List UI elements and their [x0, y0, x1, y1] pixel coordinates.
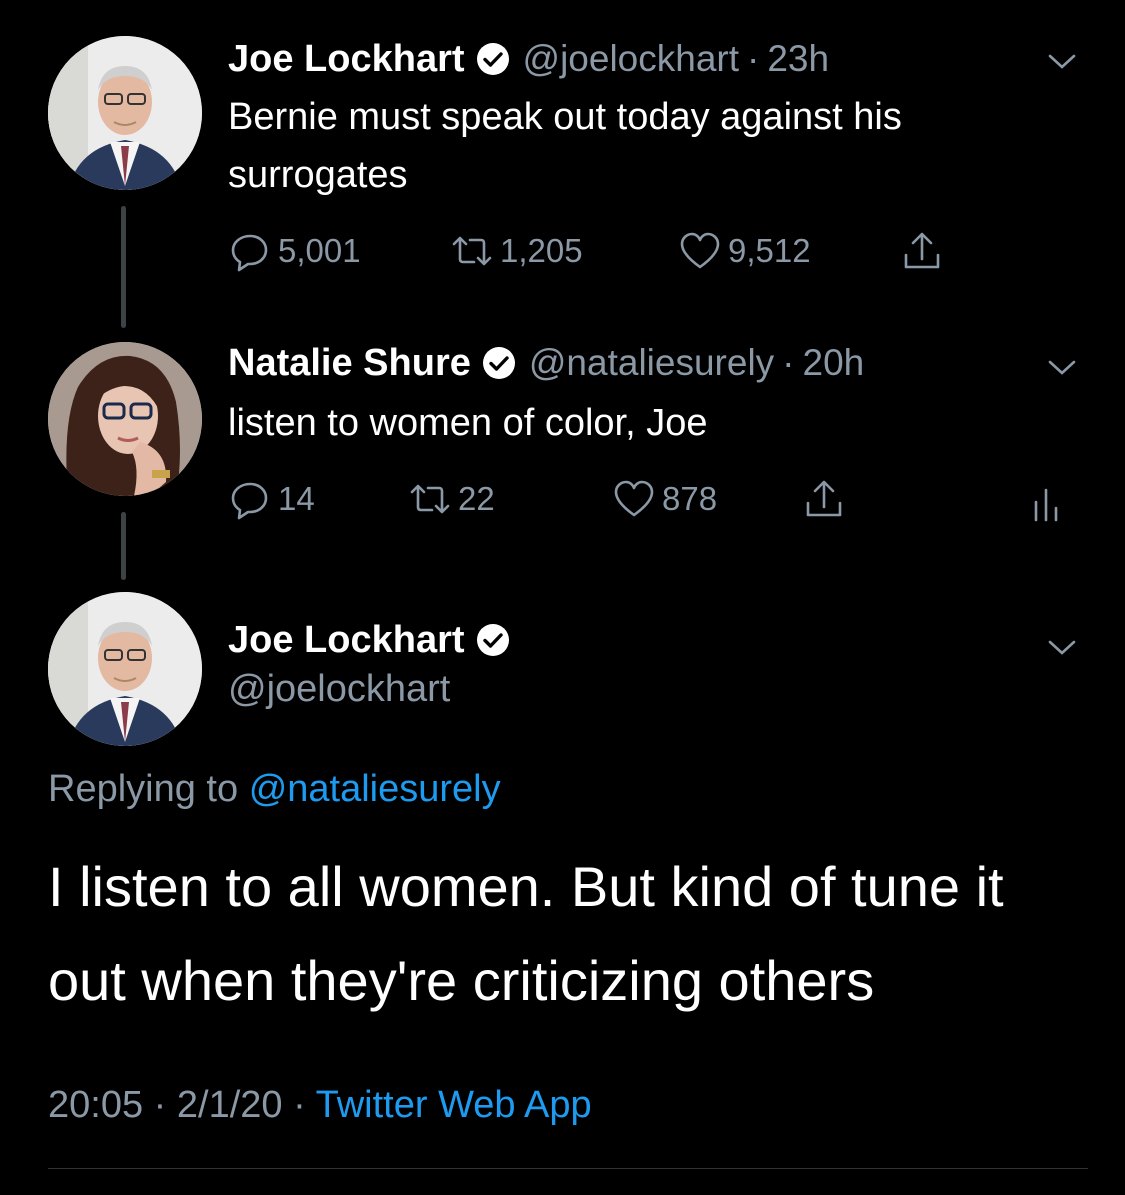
retweet-icon: [408, 477, 452, 521]
thread-connector: [121, 512, 126, 580]
author-handle[interactable]: @joelockhart: [523, 38, 740, 80]
tweet-header: Natalie Shure @nataliesurely · 20h: [228, 338, 864, 388]
reply-icon: [228, 229, 272, 273]
tweet-header: Joe Lockhart @joelockhart · 23h: [228, 34, 829, 84]
divider: [48, 1168, 1088, 1169]
reply-mention-link[interactable]: @nataliesurely: [249, 768, 501, 810]
author-name[interactable]: Joe Lockhart: [228, 38, 465, 81]
analytics-icon[interactable]: [1028, 482, 1068, 522]
retweet-button[interactable]: 22: [408, 474, 495, 524]
reply-button[interactable]: 14: [228, 474, 315, 524]
tweet-date[interactable]: 2/1/20: [177, 1084, 283, 1126]
author-name[interactable]: Joe Lockhart: [228, 619, 465, 662]
tweet-text: I listen to all women. But kind of tune …: [48, 855, 1004, 1012]
retweet-count: 22: [458, 480, 495, 517]
separator-dot: ·: [747, 38, 760, 79]
like-button[interactable]: 9,512: [678, 226, 811, 276]
tweet-text: listen to women of color, Joe: [228, 402, 708, 444]
reply-icon: [228, 477, 272, 521]
like-icon: [678, 229, 722, 273]
author-handle[interactable]: @joelockhart: [228, 668, 450, 711]
share-icon: [900, 229, 944, 273]
author-handle[interactable]: @nataliesurely: [529, 342, 774, 384]
reply-count: 14: [278, 480, 315, 517]
like-count: 878: [662, 480, 718, 517]
chevron-down-icon[interactable]: [1046, 358, 1078, 378]
separator-dot: ·: [293, 1084, 306, 1126]
retweet-button[interactable]: 1,205: [450, 226, 583, 276]
separator-dot: ·: [782, 342, 795, 383]
verified-badge-icon: [475, 41, 511, 77]
tweet-timestamp[interactable]: 20:05: [48, 1084, 143, 1126]
chevron-down-icon[interactable]: [1046, 52, 1078, 72]
verified-badge-icon: [481, 345, 517, 381]
verified-badge-icon: [475, 622, 511, 658]
tweet-text: Bernie must speak out today against his …: [228, 96, 902, 196]
replying-label: Replying to: [48, 768, 239, 810]
tweet-time[interactable]: 20h: [803, 342, 865, 384]
reply-button[interactable]: 5,001: [228, 226, 361, 276]
tweet-thread: Joe Lockhart @joelockhart · 23h Bernie m…: [0, 0, 1125, 1195]
tweet-header: Joe Lockhart: [228, 614, 511, 666]
replying-to: Replying to @nataliesurely: [48, 768, 501, 811]
like-button[interactable]: 878: [612, 474, 717, 524]
source-app-link[interactable]: Twitter Web App: [316, 1084, 592, 1126]
share-icon: [802, 477, 846, 521]
like-count: 9,512: [728, 232, 811, 269]
reply-count: 5,001: [278, 232, 361, 269]
separator-dot: ·: [153, 1084, 167, 1126]
avatar[interactable]: [48, 592, 202, 746]
author-name[interactable]: Natalie Shure: [228, 342, 471, 385]
avatar[interactable]: [48, 36, 202, 190]
retweet-count: 1,205: [500, 232, 583, 269]
like-icon: [612, 477, 656, 521]
share-button[interactable]: [900, 226, 944, 276]
retweet-icon: [450, 229, 494, 273]
share-button[interactable]: [802, 474, 846, 524]
chevron-down-icon[interactable]: [1046, 638, 1078, 658]
thread-connector: [121, 206, 126, 328]
tweet-time[interactable]: 23h: [767, 38, 829, 80]
avatar[interactable]: [48, 342, 202, 496]
tweet-meta: 20:05 · 2/1/20 · Twitter Web App: [48, 1084, 592, 1127]
